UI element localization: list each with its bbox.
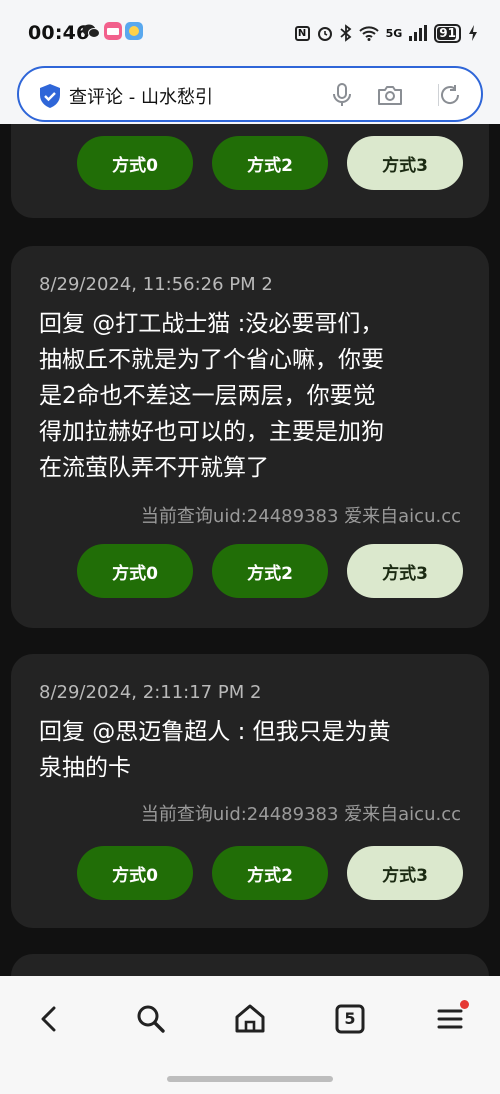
method-2-button[interactable]: 方式2 — [212, 136, 328, 190]
tab-count: 5 — [344, 1009, 356, 1028]
camera-icon[interactable] — [377, 82, 403, 108]
comment-text: 回复 @思迈鲁超人 : 但我只是为黄 泉抽的卡 — [39, 714, 459, 786]
comment-line: 得加拉赫好也可以的，主要是加狗 — [39, 419, 384, 445]
home-icon[interactable] — [233, 1002, 267, 1036]
microphone-icon[interactable] — [329, 82, 355, 108]
method-3-button[interactable]: 方式3 — [347, 544, 463, 598]
notification-dot — [460, 1000, 469, 1009]
comment-text: 回复 @打工战士猫 :没必要哥们， 抽椒丘不就是为了个省心嘛，你要 是2命也不差… — [39, 306, 459, 486]
uid-info: 当前查询uid:24489383 爱来自aicu.cc — [140, 506, 461, 527]
charging-icon — [469, 25, 477, 41]
comment-line: 回复 @思迈鲁超人 : 但我只是为黄 — [39, 719, 391, 745]
comment-line: 泉抽的卡 — [39, 755, 131, 781]
comment-card: 8/29/2024, 11:56:26 PM 2 回复 @打工战士猫 :没必要哥… — [11, 246, 489, 628]
status-bar: 00:46 N 5G 91 — [0, 0, 500, 62]
comment-timestamp: 8/29/2024, 2:11:17 PM 2 — [39, 682, 262, 703]
comment-card: 8/29/2024, 2:11:17 PM 2 回复 @思迈鲁超人 : 但我只是… — [11, 654, 489, 928]
wifi-icon — [358, 26, 379, 41]
battery-level: 91 — [439, 25, 456, 40]
status-indicators: N 5G 91 — [294, 22, 478, 44]
comment-timestamp: 8/29/2024, 11:56:26 PM 2 — [39, 274, 273, 295]
gesture-area — [0, 1062, 500, 1094]
comment-list[interactable]: 方式0 方式2 方式3 8/29/2024, 11:56:26 PM 2 回复 … — [0, 124, 500, 976]
comment-card-partial — [11, 954, 489, 976]
comment-line: 回复 @打工战士猫 :没必要哥们， — [39, 311, 384, 337]
search-icon[interactable] — [134, 1002, 168, 1036]
method-2-button[interactable]: 方式2 — [212, 544, 328, 598]
uid-info: 当前查询uid:24489383 爱来自aicu.cc — [140, 804, 461, 825]
signal-icon — [409, 25, 428, 41]
alarm-icon — [317, 27, 332, 41]
browser-toolbar: 查评论 - 山水愁引 — [0, 62, 500, 124]
refresh-icon[interactable] — [437, 82, 463, 108]
nfc-icon: N — [294, 25, 310, 41]
comment-card-partial: 方式0 方式2 方式3 — [11, 124, 489, 218]
address-bar[interactable]: 查评论 - 山水愁引 — [17, 66, 483, 122]
page-title[interactable]: 查评论 - 山水愁引 — [69, 83, 213, 109]
comment-line: 抽椒丘不就是为了个省心嘛，你要 — [39, 347, 384, 373]
bluetooth-icon — [340, 24, 352, 42]
network-type: 5G — [385, 26, 403, 40]
menu-button[interactable] — [434, 1000, 469, 1036]
method-3-button[interactable]: 方式3 — [347, 136, 463, 190]
method-0-button[interactable]: 方式0 — [77, 136, 193, 190]
comment-line: 在流萤队弄不开就算了 — [39, 455, 269, 481]
method-2-button[interactable]: 方式2 — [212, 846, 328, 900]
method-0-button[interactable]: 方式0 — [77, 544, 193, 598]
back-icon[interactable] — [32, 1002, 66, 1036]
browser-bottom-nav: 5 — [0, 976, 500, 1062]
weather-app-icon — [125, 22, 143, 40]
home-indicator[interactable] — [167, 1076, 333, 1082]
status-time: 00:46 — [28, 22, 90, 44]
comment-line: 是2命也不差这一层两层，你要觉 — [39, 383, 376, 409]
method-0-button[interactable]: 方式0 — [77, 846, 193, 900]
shield-check-icon — [40, 84, 60, 108]
wechat-icon — [82, 24, 100, 38]
tabs-button[interactable]: 5 — [333, 1002, 367, 1036]
app-notification-icon — [104, 22, 122, 40]
method-3-button[interactable]: 方式3 — [347, 846, 463, 900]
battery-indicator: 91 — [434, 23, 461, 43]
